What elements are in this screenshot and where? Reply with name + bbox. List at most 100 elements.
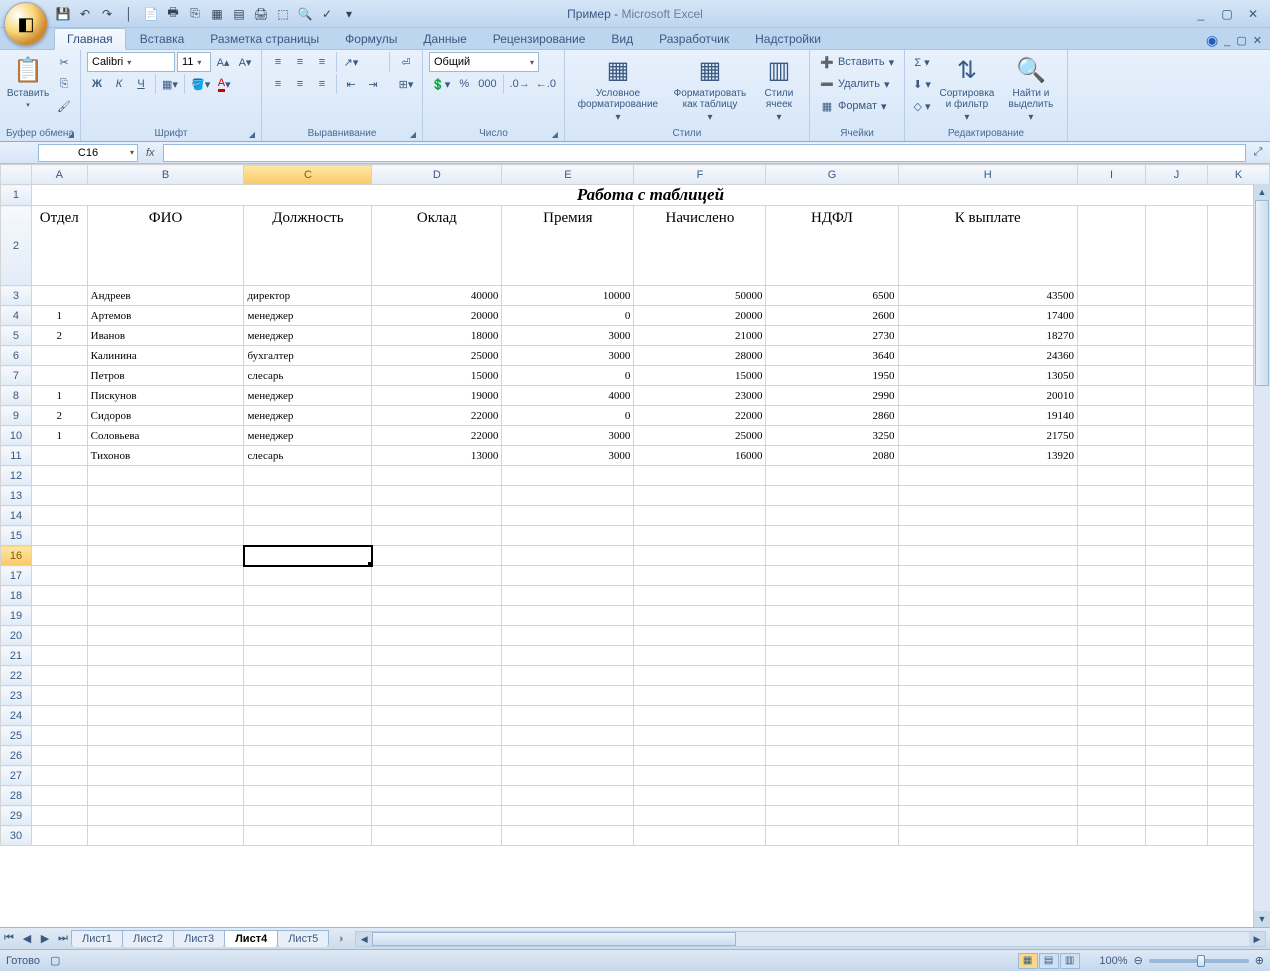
cell[interactable] (372, 726, 502, 746)
cell[interactable] (87, 506, 244, 526)
cell[interactable] (372, 806, 502, 826)
cell[interactable] (372, 686, 502, 706)
first-sheet-icon[interactable]: ⏮ (0, 932, 18, 945)
normal-view-icon[interactable]: ▦ (1018, 953, 1038, 969)
office-button[interactable]: ◧ (4, 2, 48, 46)
row-header[interactable]: 29 (1, 806, 32, 826)
dialog-launcher-icon[interactable]: ◢ (410, 130, 416, 139)
cell[interactable] (244, 686, 372, 706)
cell[interactable]: 40000 (372, 286, 502, 306)
cell[interactable] (766, 466, 898, 486)
row-header[interactable]: 23 (1, 686, 32, 706)
cell[interactable] (766, 666, 898, 686)
cell[interactable] (244, 586, 372, 606)
cell[interactable] (502, 466, 634, 486)
cell[interactable] (244, 606, 372, 626)
cell[interactable]: 24360 (898, 346, 1078, 366)
cell[interactable] (502, 486, 634, 506)
find-select-button[interactable]: 🔍Найти и выделить▾ (1001, 52, 1061, 125)
percent-icon[interactable]: % (454, 74, 474, 94)
col-header[interactable]: K (1207, 165, 1269, 185)
cell[interactable] (766, 546, 898, 566)
cell[interactable]: 3000 (502, 346, 634, 366)
row-header[interactable]: 9 (1, 406, 32, 426)
cell[interactable]: Должность (244, 206, 372, 286)
cell[interactable] (1146, 386, 1208, 406)
qat-btn[interactable]: ⎘ (186, 5, 204, 23)
cell[interactable] (766, 726, 898, 746)
row-header[interactable]: 30 (1, 826, 32, 846)
cell[interactable]: 3000 (502, 426, 634, 446)
increase-decimal-icon[interactable]: .0→ (508, 74, 532, 94)
zoom-slider[interactable] (1149, 959, 1249, 963)
decrease-indent-icon[interactable]: ⇤ (341, 74, 361, 94)
cell[interactable] (87, 806, 244, 826)
ribbon-tab-рецензирование[interactable]: Рецензирование (481, 29, 598, 49)
cell-styles-button[interactable]: ▥Стили ячеек▾ (755, 52, 803, 125)
cell[interactable]: Андреев (87, 286, 244, 306)
cell[interactable] (634, 806, 766, 826)
cell[interactable] (372, 766, 502, 786)
cell[interactable]: 6500 (766, 286, 898, 306)
font-name-combo[interactable]: Calibri▾ (87, 52, 175, 72)
cell[interactable] (898, 506, 1078, 526)
cell[interactable] (1078, 466, 1146, 486)
cell[interactable] (1078, 626, 1146, 646)
row-header[interactable]: 26 (1, 746, 32, 766)
cell[interactable] (898, 726, 1078, 746)
cell[interactable]: Начислено (634, 206, 766, 286)
cell[interactable] (502, 506, 634, 526)
cell[interactable] (766, 686, 898, 706)
sheet-tab[interactable]: Лист5 (277, 930, 329, 947)
cell[interactable]: К выплате (898, 206, 1078, 286)
qat-btn[interactable]: ⬚ (274, 5, 292, 23)
cell[interactable]: 28000 (634, 346, 766, 366)
cell[interactable]: 10000 (502, 286, 634, 306)
cell[interactable] (766, 806, 898, 826)
row-header[interactable]: 16 (1, 546, 32, 566)
cell[interactable] (244, 706, 372, 726)
cell[interactable] (634, 626, 766, 646)
cell[interactable] (1146, 206, 1208, 286)
cell[interactable] (634, 566, 766, 586)
cell[interactable] (634, 486, 766, 506)
cell[interactable] (372, 526, 502, 546)
cell[interactable]: Тихонов (87, 446, 244, 466)
cell[interactable] (1078, 826, 1146, 846)
row-header[interactable]: 17 (1, 566, 32, 586)
cell[interactable] (898, 486, 1078, 506)
cell[interactable] (634, 646, 766, 666)
clear-icon[interactable]: ◇ ▾ (911, 96, 933, 116)
cell[interactable] (1146, 346, 1208, 366)
cell[interactable]: 13050 (898, 366, 1078, 386)
cell[interactable]: Работа с таблицей (31, 185, 1269, 206)
cell[interactable] (1146, 606, 1208, 626)
grow-font-icon[interactable]: A▴ (213, 52, 233, 72)
cell[interactable] (766, 486, 898, 506)
cell[interactable]: 43500 (898, 286, 1078, 306)
cell[interactable] (502, 826, 634, 846)
cell[interactable] (502, 666, 634, 686)
cell[interactable] (1146, 306, 1208, 326)
cell[interactable] (244, 546, 372, 566)
minimize-ribbon-icon[interactable]: _ (1224, 35, 1230, 47)
cell[interactable] (502, 706, 634, 726)
cell[interactable] (1146, 706, 1208, 726)
format-as-table-button[interactable]: ▦Форматировать как таблицу▾ (669, 52, 751, 125)
zoom-percent[interactable]: 100% (1088, 955, 1128, 967)
sheet-tab[interactable]: Лист4 (224, 930, 278, 947)
italic-button[interactable]: К (109, 74, 129, 94)
cell[interactable] (244, 646, 372, 666)
cell[interactable] (372, 666, 502, 686)
cell[interactable] (1078, 426, 1146, 446)
cell[interactable] (898, 646, 1078, 666)
cell[interactable] (1146, 406, 1208, 426)
cell[interactable] (898, 466, 1078, 486)
comma-icon[interactable]: 000 (476, 74, 498, 94)
cell[interactable] (634, 606, 766, 626)
ribbon-tab-надстройки[interactable]: Надстройки (743, 29, 833, 49)
cell[interactable]: 2 (31, 326, 87, 346)
page-layout-view-icon[interactable]: ▤ (1039, 953, 1059, 969)
row-header[interactable]: 22 (1, 666, 32, 686)
fill-color-icon[interactable]: 🪣▾ (189, 74, 212, 94)
